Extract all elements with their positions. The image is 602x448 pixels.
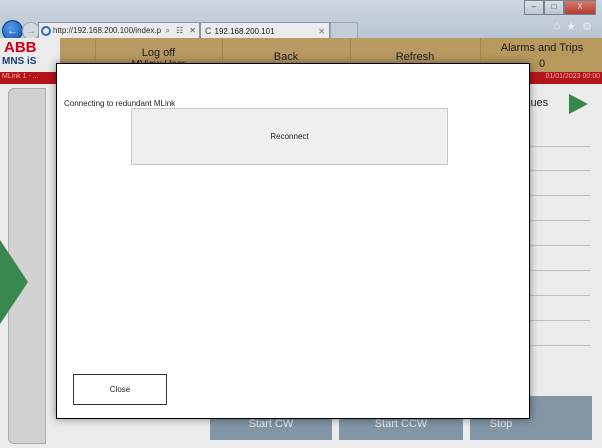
close-button[interactable]: Close (73, 374, 167, 405)
dialog-message: Connecting to redundant MLink (64, 99, 176, 108)
connection-dialog: Connecting to redundant MLink Reconnect … (56, 63, 530, 419)
reconnect-button[interactable]: Reconnect (131, 108, 448, 165)
